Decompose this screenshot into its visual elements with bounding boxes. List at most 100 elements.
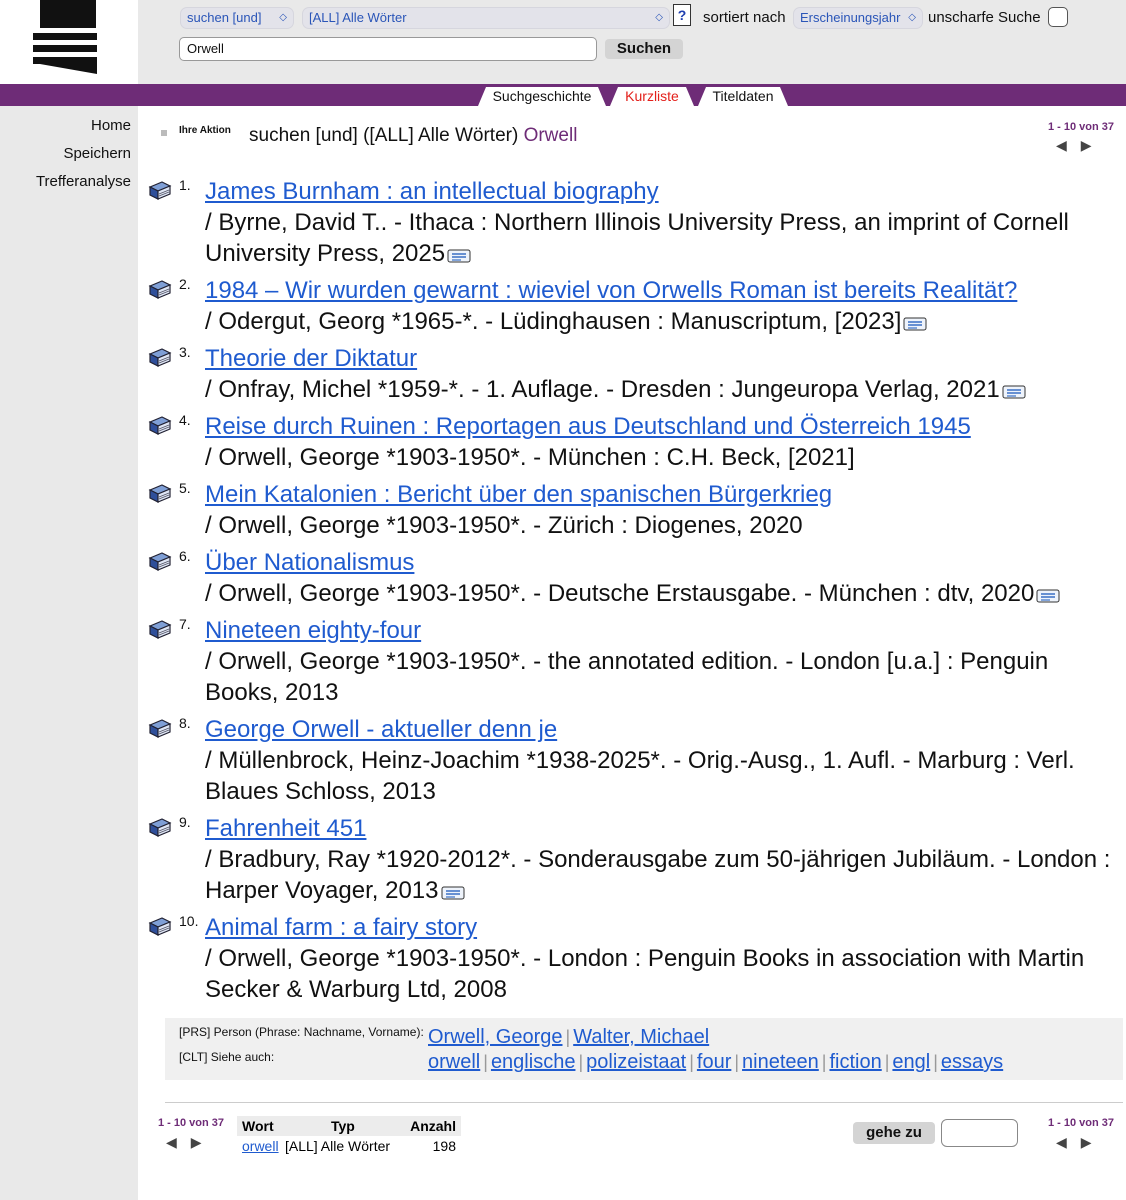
prs-links: Orwell, George | Walter, Michael [428,1026,709,1049]
sidebar-item-trefferanalyse[interactable]: Trefferanalyse [36,173,131,190]
book-icon[interactable] [148,549,172,571]
results-list: 1. James Burnham : an intellectual biogra… [146,176,1116,1011]
result-title-link[interactable]: Nineteen eighty-four [205,615,1116,646]
fuzzy-search-checkbox[interactable] [1048,7,1068,27]
help-button[interactable]: ? [673,4,691,26]
related-term-link[interactable]: fiction [829,1051,881,1073]
related-term-link[interactable]: nineteen [742,1051,819,1073]
result-meta: / Müllenbrock, Heinz-Joachim *1938-2025*… [205,747,1075,805]
pager-arrows-bottom-left: ◀▶ [166,1134,216,1151]
result-number: 3. [179,344,191,360]
word-table-header: Wort Typ Anzahl [237,1116,461,1136]
tab-kurzliste[interactable]: Kurzliste [610,87,694,106]
next-page-icon[interactable]: ▶ [191,1134,216,1150]
sidebar-item-speichern[interactable]: Speichern [63,145,131,162]
header-typ: Typ [331,1118,355,1134]
prev-page-icon[interactable]: ◀ [166,1134,191,1150]
result-item: 4. Reise durch Ruinen : Reportagen aus De… [146,411,1116,473]
result-meta: / Orwell, George *1903-1950*. - London :… [205,945,1085,1003]
result-item: 3. Theorie der Diktatur / Onfray, Michel *… [146,343,1116,405]
catalog-card-icon[interactable] [447,240,471,263]
pager-arrows-bottom-right: ◀▶ [1056,1134,1106,1151]
result-title-link[interactable]: George Orwell - aktueller denn je [205,714,1116,745]
book-icon[interactable] [148,413,172,435]
next-page-icon[interactable]: ▶ [1081,1134,1106,1150]
related-term-link[interactable]: orwell [428,1051,480,1073]
sidebar-item-home[interactable]: Home [91,117,131,134]
clt-links: orwell | englische | polizeistaat | four | ninet… [428,1051,1003,1074]
link-separator: | [483,1052,488,1072]
word-table: Wort Typ Anzahl orwell [ALL] Alle Wörter… [237,1116,461,1156]
select-arrows-icon: ◇ [279,12,287,23]
book-icon[interactable] [148,716,172,738]
book-icon[interactable] [148,815,172,837]
catalog-card-icon[interactable] [441,877,465,900]
result-meta: / Orwell, George *1903-1950*. - the anno… [205,648,1049,706]
book-icon[interactable] [148,914,172,936]
action-label: Ihre Aktion [179,125,231,136]
result-number: 1. [179,177,191,193]
word-table-row: orwell [ALL] Alle Wörter 198 [237,1136,461,1156]
prev-page-icon[interactable]: ◀ [1056,1134,1081,1150]
prev-page-icon[interactable]: ◀ [1056,137,1081,153]
book-icon[interactable] [148,617,172,639]
result-title-link[interactable]: Reise durch Ruinen : Reportagen aus Deut… [205,411,1116,442]
result-meta: / Onfray, Michel *1959-*. - 1. Auflage. … [205,376,1000,403]
result-title-link[interactable]: Über Nationalismus [205,547,1116,578]
action-query: suchen [und] ([ALL] Alle Wörter) [249,125,519,146]
result-title-link[interactable]: Mein Katalonien : Bericht über den spani… [205,479,1116,510]
result-meta: / Odergut, Georg *1965-*. - Lüdinghausen… [205,308,902,335]
tab-suchgeschichte[interactable]: Suchgeschichte [478,87,606,106]
related-term-link[interactable]: Orwell, George [428,1026,563,1048]
related-term-link[interactable]: essays [941,1051,1003,1073]
word-count: 198 [432,1138,456,1154]
result-title-link[interactable]: James Burnham : an intellectual biograph… [205,176,1116,207]
result-item: 6. Über Nationalismus / Orwell, George *19… [146,547,1116,609]
result-meta: / Bradbury, Ray *1920-2012*. - Sonderaus… [205,846,1111,904]
search-button[interactable]: Suchen [605,39,683,59]
catalog-card-icon[interactable] [903,308,927,331]
search-input[interactable]: Orwell [179,37,597,61]
result-item: 9. Fahrenheit 451/ Bradbury, Ray *1920-20… [146,813,1116,906]
link-separator: | [565,1027,571,1047]
book-icon[interactable] [148,178,172,200]
pager-range-bottom-left: 1 - 10 von 37 [157,1117,224,1129]
result-title-link[interactable]: 1984 – Wir wurden gewarnt : wieviel von … [205,275,1116,306]
sort-select-value: Erscheinungsjahr [800,10,901,25]
result-title-link[interactable]: Animal farm : a fairy story [205,912,1116,943]
tab-titeldaten[interactable]: Titeldaten [698,87,788,106]
book-icon[interactable] [148,277,172,299]
word-link[interactable]: orwell [242,1138,279,1154]
sort-label: sortiert nach [703,9,786,26]
result-number: 7. [179,616,191,632]
related-term-link[interactable]: four [697,1051,731,1073]
result-title-link[interactable]: Fahrenheit 451 [205,813,1116,844]
header-anzahl: Anzahl [410,1118,456,1134]
divider [165,1102,1123,1103]
related-term-link[interactable]: englische [491,1051,576,1073]
next-page-icon[interactable]: ▶ [1081,137,1106,153]
field-select[interactable]: [ALL] Alle Wörter ◇ [302,7,670,29]
logo-area [0,0,138,84]
header-wort: Wort [242,1118,274,1134]
related-term-link[interactable]: engl [892,1051,930,1073]
catalog-card-icon[interactable] [1036,580,1060,603]
result-meta: / Byrne, David T.. - Ithaca : Northern I… [205,209,1069,267]
word-type: [ALL] Alle Wörter [285,1138,391,1154]
result-meta: / Orwell, George *1903-1950*. - Zürich :… [205,512,803,539]
link-separator: | [734,1052,740,1072]
book-icon[interactable] [148,481,172,503]
field-select-value: [ALL] Alle Wörter [309,10,407,25]
book-icon[interactable] [148,345,172,367]
result-title-link[interactable]: Theorie der Diktatur [205,343,1116,374]
catalog-card-icon[interactable] [1002,376,1026,399]
result-number: 2. [179,276,191,292]
fuzzy-search-label: unscharfe Suche [928,9,1041,26]
pager-range-top: 1 - 10 von 37 [1047,121,1114,133]
operator-select[interactable]: suchen [und] ◇ [180,7,294,29]
goto-button[interactable]: gehe zu [853,1122,935,1144]
related-term-link[interactable]: Walter, Michael [573,1026,709,1048]
related-term-link[interactable]: polizeistaat [586,1051,686,1073]
sort-select[interactable]: Erscheinungsjahr ◇ [793,7,923,29]
result-item: 10. Animal farm : a fairy story / Orwell, … [146,912,1116,1005]
